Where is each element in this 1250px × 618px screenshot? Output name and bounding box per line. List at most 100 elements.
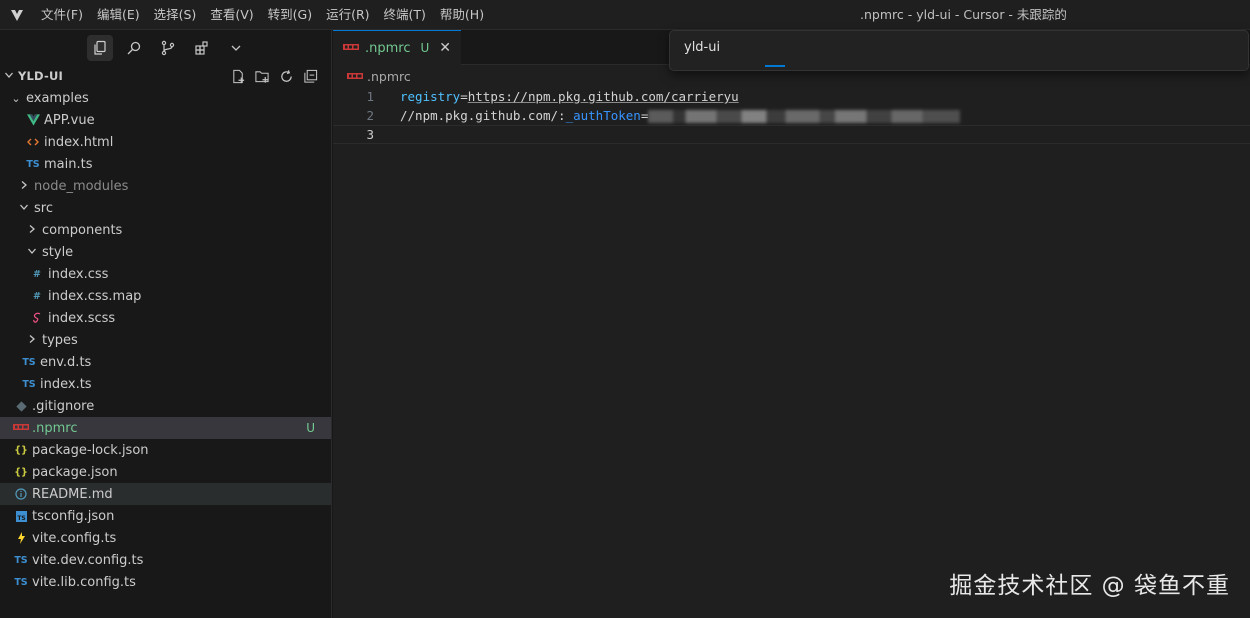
chevron-down-icon[interactable] <box>223 35 249 61</box>
chevron-down-icon <box>16 202 32 215</box>
tree-label: package.json <box>32 464 118 480</box>
tree-label: types <box>42 332 78 348</box>
tree-file-main-ts[interactable]: TS main.ts <box>0 153 331 175</box>
menu-help[interactable]: 帮助(H) <box>433 0 491 30</box>
tree-file-npmrc[interactable]: .npmrc U <box>0 417 331 439</box>
tree-file-index-html[interactable]: index.html <box>0 131 331 153</box>
menu-go[interactable]: 转到(G) <box>261 0 319 30</box>
chevron-down-icon <box>24 246 40 259</box>
equals-sign: = <box>640 108 649 123</box>
files-icon[interactable] <box>87 34 113 61</box>
registry-url-link[interactable]: https://npm.pkg.github.com/carrieryu <box>468 89 739 104</box>
tree-file-index-css[interactable]: # index.css <box>0 263 331 285</box>
refresh-icon[interactable] <box>277 67 295 85</box>
typescript-icon: TS <box>14 576 28 588</box>
tree-label: index.ts <box>40 376 92 392</box>
tree-file-index-ts[interactable]: TS index.ts <box>0 373 331 395</box>
chevron-down-icon <box>4 70 18 83</box>
collapse-all-icon[interactable] <box>301 67 319 85</box>
scss-icon <box>28 312 46 324</box>
json-braces-icon: {} <box>14 466 28 478</box>
typescript-icon: TS <box>22 378 36 390</box>
tree-folder-node-modules[interactable]: node_modules <box>0 175 331 197</box>
info-icon <box>12 488 30 500</box>
command-center-popup[interactable]: yld-ui <box>669 30 1249 71</box>
line-content: registry=https://npm.pkg.github.com/carr… <box>400 89 739 104</box>
code-line: 2 //npm.pkg.github.com/:_authToken= <box>333 106 1250 125</box>
tree-file-vite-config-ts[interactable]: vite.config.ts <box>0 527 331 549</box>
cursor-logo-icon[interactable] <box>0 0 34 30</box>
config-key: registry <box>400 89 461 104</box>
tree-label: .gitignore <box>32 398 95 414</box>
tree-label: vite.lib.config.ts <box>32 574 136 590</box>
tree-label: .npmrc <box>32 420 78 436</box>
npm-icon <box>347 69 363 84</box>
tsconfig-icon: TS <box>12 510 30 522</box>
title-bar: 文件(F) 编辑(E) 选择(S) 查看(V) 转到(G) 运行(R) 终端(T… <box>0 0 1250 30</box>
menu-selection[interactable]: 选择(S) <box>147 0 204 30</box>
explorer-sidebar: YLD-UI ⌄ examples APP.vue index.html TS … <box>0 30 332 618</box>
chevron-down-icon: ⌄ <box>11 91 21 105</box>
svg-text:TS: TS <box>17 515 25 522</box>
menu-edit[interactable]: 编辑(E) <box>90 0 147 30</box>
tree-file-package-lock-json[interactable]: {} package-lock.json <box>0 439 331 461</box>
config-prefix: //npm.pkg.github.com/: <box>400 108 566 123</box>
untracked-badge: U <box>420 41 430 55</box>
tree-label: index.scss <box>48 310 116 326</box>
tree-folder-src[interactable]: src <box>0 197 331 219</box>
chevron-right-icon <box>24 334 40 347</box>
menu-run[interactable]: 运行(R) <box>319 0 376 30</box>
auth-token-key: _authToken <box>565 108 641 123</box>
equals-sign: = <box>460 89 468 104</box>
tree-file-readme-md[interactable]: README.md <box>0 483 331 505</box>
explorer-actions <box>229 65 319 87</box>
sidebar-toolbar <box>0 30 331 65</box>
tree-file-tsconfig-json[interactable]: TS tsconfig.json <box>0 505 331 527</box>
tree-file-package-json[interactable]: {} package.json <box>0 461 331 483</box>
typescript-icon: TS <box>26 158 40 170</box>
menu-file[interactable]: 文件(F) <box>34 0 90 30</box>
tree-label: package-lock.json <box>32 442 149 458</box>
breadcrumb-item[interactable]: .npmrc <box>367 69 411 84</box>
code-line-current: 3 <box>333 125 1250 144</box>
tree-label: index.html <box>44 134 114 150</box>
tree-label: env.d.ts <box>40 354 92 370</box>
tree-label: README.md <box>32 486 113 502</box>
npm-icon <box>12 424 30 432</box>
tree-file-index-scss[interactable]: index.scss <box>0 307 331 329</box>
vite-lightning-icon <box>12 532 30 544</box>
new-file-icon[interactable] <box>229 67 247 85</box>
css-hash-icon: # <box>33 290 41 302</box>
tree-label: index.css.map <box>48 288 142 304</box>
tree-file-vite-lib-config-ts[interactable]: TS vite.lib.config.ts <box>0 571 331 593</box>
vue-icon <box>24 114 42 126</box>
window-title: .npmrc - yld-ui - Cursor - 未跟踪的 <box>860 7 1067 22</box>
tree-file-env-d-ts[interactable]: TS env.d.ts <box>0 351 331 373</box>
code-editor[interactable]: 1 registry=https://npm.pkg.github.com/ca… <box>333 87 1250 144</box>
tree-label: index.css <box>48 266 109 282</box>
tree-folder-types[interactable]: types <box>0 329 331 351</box>
tree-file-vite-dev-config-ts[interactable]: TS vite.dev.config.ts <box>0 549 331 571</box>
npm-icon <box>343 41 359 56</box>
menu-terminal[interactable]: 终端(T) <box>377 0 433 30</box>
typescript-icon: TS <box>14 554 28 566</box>
tree-label: src <box>34 200 53 216</box>
close-icon[interactable]: ✕ <box>439 40 451 56</box>
tree-folder-components[interactable]: components <box>0 219 331 241</box>
typescript-icon: TS <box>22 356 36 368</box>
tree-folder-examples[interactable]: ⌄ examples <box>0 87 331 109</box>
explorer-root-header[interactable]: YLD-UI <box>0 65 331 87</box>
tree-folder-style[interactable]: style <box>0 241 331 263</box>
menu-view[interactable]: 查看(V) <box>203 0 260 30</box>
source-control-icon[interactable] <box>155 35 181 61</box>
tree-label: vite.config.ts <box>32 530 117 546</box>
new-folder-icon[interactable] <box>253 67 271 85</box>
tree-file-gitignore[interactable]: .gitignore <box>0 395 331 417</box>
tree-file-index-css-map[interactable]: # index.css.map <box>0 285 331 307</box>
workspace-name: yld-ui <box>684 40 721 55</box>
search-icon[interactable] <box>121 35 147 61</box>
tree-label: main.ts <box>44 156 93 172</box>
tree-file-app-vue[interactable]: APP.vue <box>0 109 331 131</box>
extensions-icon[interactable] <box>189 35 215 61</box>
tab-npmrc[interactable]: .npmrc U ✕ <box>333 30 462 65</box>
